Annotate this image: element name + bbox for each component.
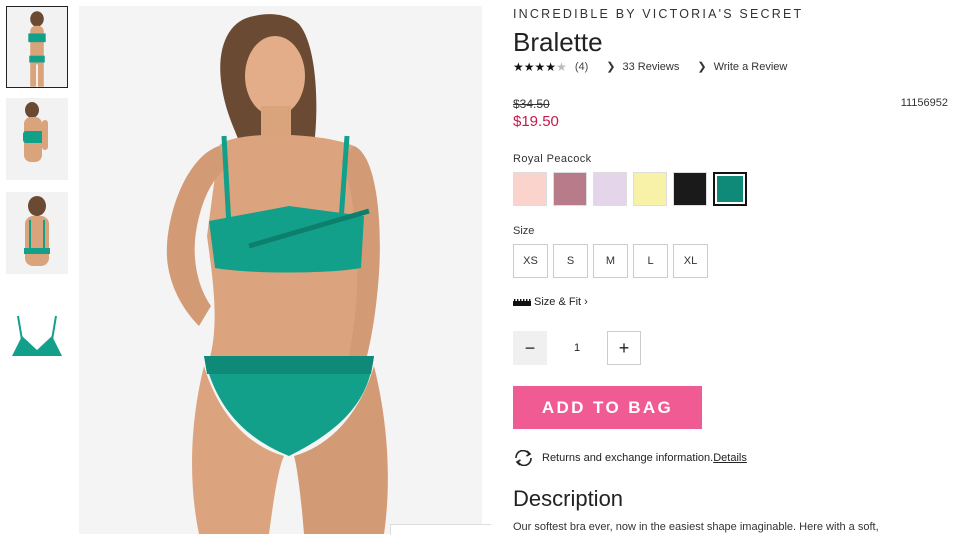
write-review-label: Write a Review <box>713 60 788 73</box>
reviews-link-label: 33 Reviews <box>622 60 680 73</box>
quantity-value[interactable]: 1 <box>547 342 607 354</box>
chevron-right-icon: ❯ <box>606 61 616 73</box>
quantity-stepper: − 1 + <box>513 331 641 365</box>
ruler-icon <box>513 298 531 306</box>
thumbnail-front-view[interactable] <box>6 6 68 88</box>
add-to-bag-button[interactable]: ADD TO BAG <box>513 386 702 429</box>
thumbnail-image <box>6 98 68 180</box>
size-options: XS S M L XL <box>513 244 713 278</box>
rating-row: ★ ★ ★ ★ ★ (4) ❯ 33 Reviews ❯ Write a Rev… <box>513 60 788 74</box>
description-heading: Description <box>513 486 624 511</box>
brand-name: INCREDIBLE BY VICTORIA'S SECRET <box>513 7 804 21</box>
original-price: $34.50 <box>513 97 550 111</box>
star-rating: ★ ★ ★ ★ ★ <box>513 61 567 73</box>
swatch-mauve[interactable] <box>553 172 587 206</box>
thumbnail-back-view[interactable] <box>6 192 68 274</box>
returns-info: Returns and exchange information. Detail… <box>513 450 747 466</box>
reviews-link[interactable]: ❯ 33 Reviews <box>606 60 680 74</box>
thumbnail-image <box>6 192 68 274</box>
thumbnail-product-flat[interactable] <box>6 306 68 362</box>
chevron-right-icon: ❯ <box>697 61 707 73</box>
rating-count: (4) <box>574 60 589 73</box>
star-empty-icon: ★ <box>556 59 567 74</box>
image-caption-box <box>390 524 491 535</box>
size-l-button[interactable]: L <box>633 244 668 278</box>
product-main-image[interactable] <box>79 6 482 534</box>
product-sku: 11156952 <box>900 97 948 109</box>
swatch-royal-peacock[interactable] <box>713 172 747 206</box>
size-xl-button[interactable]: XL <box>673 244 708 278</box>
size-fit-link[interactable]: Size & Fit › <box>513 296 588 308</box>
size-fit-label: Size & Fit <box>534 296 582 308</box>
selected-color-label: Royal Peacock <box>513 153 592 165</box>
swatch-black[interactable] <box>673 172 707 206</box>
thumbnail-side-view[interactable] <box>6 98 68 180</box>
chevron-right-icon: › <box>584 296 588 308</box>
quantity-increase-button[interactable]: + <box>607 331 641 365</box>
quantity-decrease-button[interactable]: − <box>513 331 547 365</box>
thumbnail-image <box>6 306 68 362</box>
thumbnail-image <box>7 7 67 87</box>
swatch-lavender[interactable] <box>593 172 627 206</box>
color-swatches <box>513 172 753 206</box>
returns-details-link[interactable]: Details <box>713 452 747 464</box>
swatch-yellow[interactable] <box>633 172 667 206</box>
sale-price: $19.50 <box>513 113 559 130</box>
returns-text: Returns and exchange information. <box>542 452 714 464</box>
exchange-icon <box>515 450 532 466</box>
size-xs-button[interactable]: XS <box>513 244 548 278</box>
size-s-button[interactable]: S <box>553 244 588 278</box>
star-icon: ★ <box>534 59 546 74</box>
star-icon: ★ <box>513 59 524 74</box>
product-title: Bralette <box>513 27 603 57</box>
size-label: Size <box>513 225 535 237</box>
write-review-link[interactable]: ❯ Write a Review <box>697 60 788 74</box>
model-photo <box>79 6 482 534</box>
star-icon: ★ <box>523 59 535 74</box>
description-text: Our softest bra ever, now in the easiest… <box>513 521 879 533</box>
swatch-blush[interactable] <box>513 172 547 206</box>
star-icon: ★ <box>545 59 557 74</box>
size-m-button[interactable]: M <box>593 244 628 278</box>
